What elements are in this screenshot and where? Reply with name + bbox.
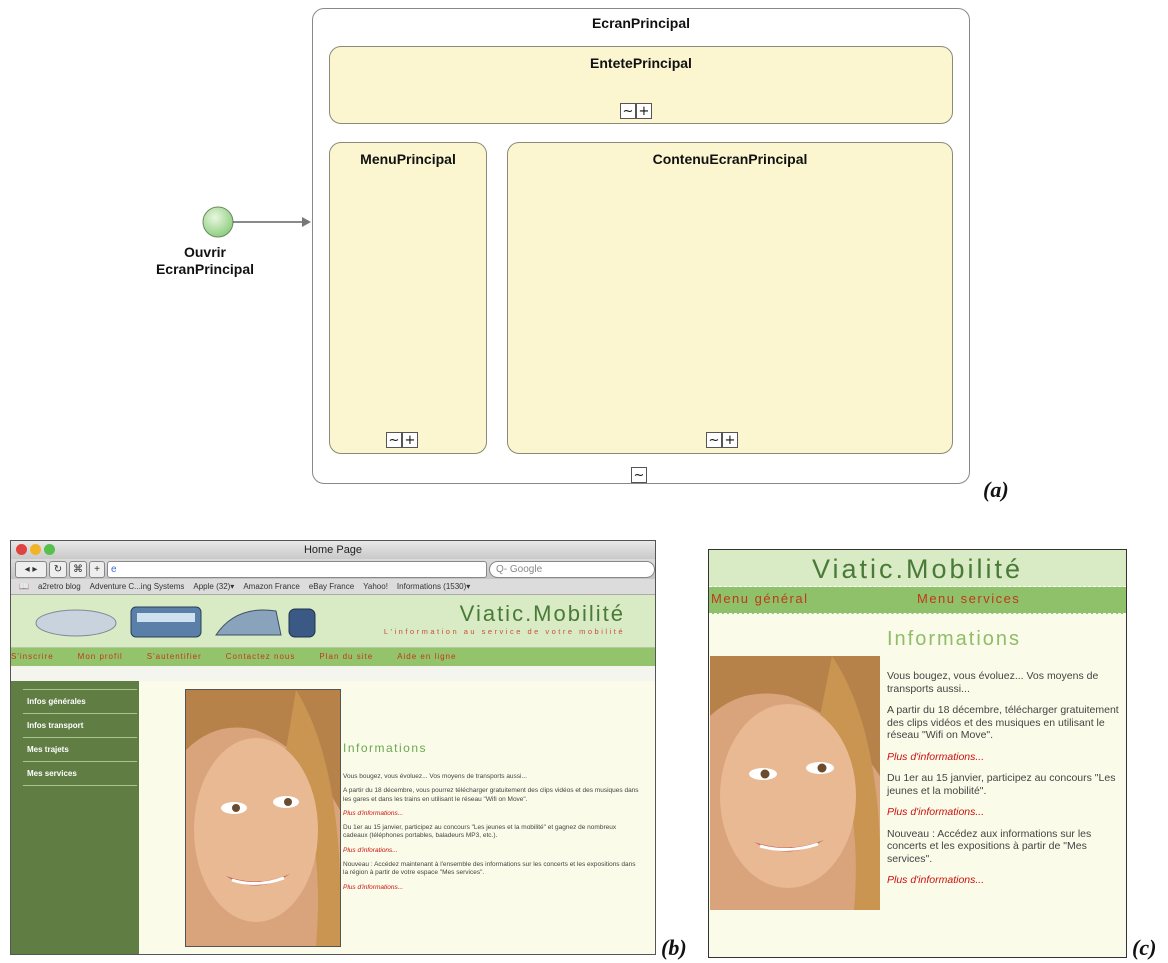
start-label-line2: EcranPrincipal: [155, 261, 255, 277]
mobile-view: Viatic.Mobilité Menu général Menu servic…: [708, 549, 1127, 958]
contenu-controls: ~ +: [706, 432, 738, 448]
site-subtitle: L'information au service de votre mobili…: [383, 627, 625, 636]
content-text: Vous bougez, vous évoluez... Vos moyens …: [343, 773, 641, 898]
menu-item-inscrire[interactable]: S'inscrire: [11, 652, 54, 661]
paragraph: Vous bougez, vous évoluez... Vos moyens …: [887, 670, 1099, 695]
side-item-infos-generales[interactable]: Infos générales: [23, 689, 137, 713]
collapse-icon[interactable]: ~: [386, 432, 402, 448]
collapse-icon[interactable]: ~: [706, 432, 722, 448]
menu-general-link[interactable]: Menu général: [711, 587, 809, 611]
menu-principal-panel: MenuPrincipal ~ +: [329, 142, 487, 454]
expand-icon[interactable]: +: [636, 103, 652, 119]
bookmarks-book-icon[interactable]: 📖: [19, 582, 29, 591]
contenu-ecran-principal-panel: ContenuEcranPrincipal ~ +: [507, 142, 953, 454]
bookmark-item[interactable]: Yahoo!: [363, 582, 388, 591]
mobile-content-text: Vous bougez, vous évoluez... Vos moyens …: [887, 670, 1123, 896]
start-circle-icon: [202, 206, 234, 238]
paragraph: Vous bougez, vous évoluez... Vos moyens …: [343, 773, 527, 780]
side-item-infos-transport[interactable]: Infos transport: [23, 713, 137, 737]
paragraph: Du 1er au 15 janvier, participez au conc…: [343, 824, 617, 840]
main-content: Informations Vous bougez, vous évoluez..…: [139, 681, 655, 954]
paragraph: Du 1er au 15 janvier, participez au conc…: [887, 772, 1116, 797]
mobile-menu: Menu général Menu services: [709, 587, 1126, 614]
bookmarks-bar: 📖 a2retro blog Adventure C...ing Systems Ap…: [11, 579, 655, 595]
ecran-principal-title: EcranPrincipal: [591, 15, 691, 31]
window-title: Home Page: [303, 544, 363, 556]
more-info-link[interactable]: Plus d'informations...: [887, 874, 1123, 887]
bookmark-icon[interactable]: ⌘: [69, 561, 87, 578]
start-label-line1: Ouvrir: [183, 244, 226, 260]
minimize-icon[interactable]: [30, 544, 41, 555]
side-item-mes-services[interactable]: Mes services: [23, 761, 137, 786]
more-info-link[interactable]: Plus d'informations...: [887, 751, 1123, 764]
site-header: Viatic.Mobilité L'information au service…: [11, 595, 655, 648]
back-forward-button[interactable]: ◂ ▸: [15, 561, 47, 578]
panel-label-c: (c): [1132, 935, 1157, 960]
menu-item-profil[interactable]: Mon profil: [78, 652, 123, 661]
paragraph: Nouveau : Accédez maintenant à l'ensembl…: [343, 861, 636, 877]
contenu-ecran-principal-title: ContenuEcranPrincipal: [652, 151, 808, 167]
paragraph: Nouveau : Accédez aux informations sur l…: [887, 827, 1092, 865]
menu-item-aide[interactable]: Aide en ligne: [397, 652, 456, 661]
more-info-link[interactable]: Plus d'informations...: [887, 806, 1123, 819]
browser-window: Home Page ◂ ▸ ↻ ⌘ + e Q- Google 📖 a2retro…: [10, 540, 656, 955]
menu-item-contact[interactable]: Contactez nous: [226, 652, 296, 661]
address-bar[interactable]: e: [107, 561, 487, 578]
bookmark-item[interactable]: a2retro blog: [38, 582, 81, 591]
more-info-link[interactable]: Plus d'informations...: [343, 884, 641, 892]
paragraph: A partir du 18 décembre, vous pourrez té…: [343, 787, 639, 803]
menu-services-link[interactable]: Menu services: [917, 587, 1020, 611]
menu-principal-title: MenuPrincipal: [360, 151, 456, 167]
ecran-controls: ~: [631, 467, 647, 483]
bookmark-item[interactable]: Amazon France: [243, 582, 299, 591]
panel-label-b: (b): [661, 935, 687, 960]
reload-icon[interactable]: ↻: [49, 561, 67, 578]
side-item-mes-trajets[interactable]: Mes trajets: [23, 737, 137, 761]
expand-icon[interactable]: +: [402, 432, 418, 448]
more-info-link[interactable]: Plus d'inforations...: [343, 847, 641, 855]
entete-principal-title: EntetePrincipal: [590, 55, 692, 71]
panel-label-a: (a): [983, 477, 1009, 502]
add-bookmark-button[interactable]: +: [89, 561, 105, 578]
woman-photo: [185, 689, 341, 947]
bookmark-item[interactable]: eBay France: [309, 582, 354, 591]
menu-item-plan[interactable]: Plan du site: [319, 652, 373, 661]
zoom-icon[interactable]: [44, 544, 55, 555]
menu-item-autentifier[interactable]: S'autentifier: [147, 652, 202, 661]
mobile-content-heading: Informations: [887, 628, 1022, 650]
more-info-link[interactable]: Plus d'informations...: [343, 810, 641, 818]
ecran-principal-container: EcranPrincipal EntetePrincipal ~ + MenuP…: [312, 8, 970, 484]
search-field[interactable]: Q- Google: [489, 561, 655, 578]
transport-banner-image: [35, 606, 316, 638]
paragraph: A partir du 18 décembre, télécharger gra…: [887, 704, 1119, 741]
mobile-site-title: Viatic.Mobilité: [709, 550, 1126, 587]
close-icon[interactable]: [16, 544, 27, 555]
collapse-icon[interactable]: ~: [631, 467, 647, 483]
site-title: Viatic.Mobilité: [459, 601, 625, 626]
bookmark-item[interactable]: Informations (1530)▾: [397, 582, 470, 591]
collapse-icon[interactable]: ~: [620, 103, 636, 119]
browser-titlebar: Home Page: [11, 541, 655, 559]
top-menu: S'inscrire Mon profil S'autentifier Contact…: [11, 648, 655, 666]
entete-principal-panel: EntetePrincipal ~ +: [329, 46, 953, 124]
menu-controls: ~ +: [386, 432, 418, 448]
arrow-head-icon: [302, 217, 311, 227]
browser-toolbar: ◂ ▸ ↻ ⌘ + e Q- Google: [11, 559, 655, 579]
content-heading: Informations: [343, 741, 428, 755]
start-node-arrow: [202, 206, 311, 238]
start-node-label: Ouvrir EcranPrincipal: [150, 244, 260, 278]
side-menu: Infos générales Infos transport Mes traj…: [11, 681, 139, 954]
bookmark-item[interactable]: Apple (32)▾: [193, 582, 234, 591]
mobile-woman-photo: [710, 656, 880, 910]
bookmark-item[interactable]: Adventure C...ing Systems: [90, 582, 185, 591]
entete-controls: ~ +: [620, 103, 652, 119]
expand-icon[interactable]: +: [722, 432, 738, 448]
